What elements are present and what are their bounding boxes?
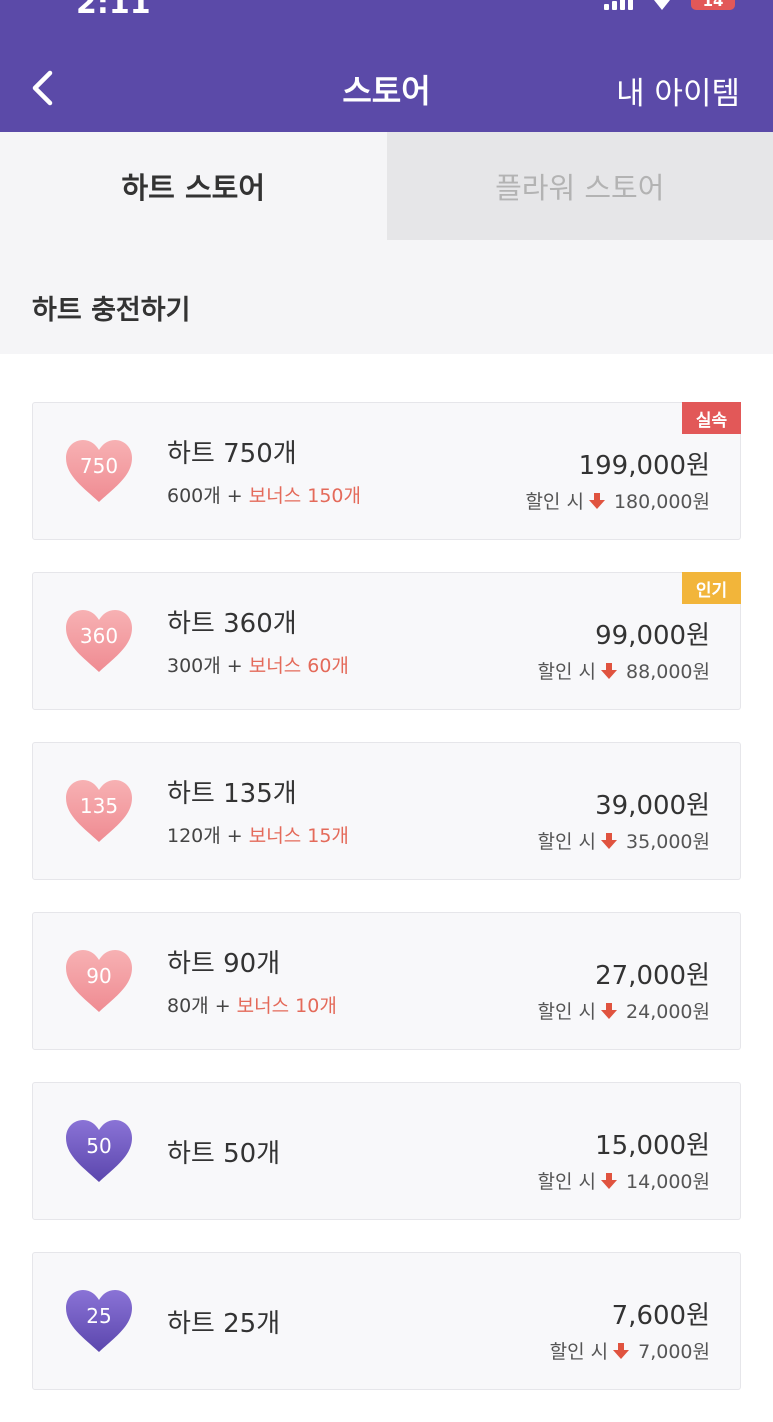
- discount-label: 할인 시: [525, 487, 583, 514]
- base-amount: 300개 +: [167, 655, 243, 677]
- discount-row: 할인 시 7,000원: [550, 1337, 710, 1364]
- heart-icon: 360: [64, 608, 134, 674]
- section-title: 하트 충전하기: [32, 288, 190, 327]
- arrow-down-icon: [600, 1002, 618, 1020]
- discount-row: 할인 시 14,000원: [538, 1167, 710, 1194]
- wifi-icon: [649, 0, 675, 10]
- back-button[interactable]: [22, 62, 62, 114]
- product-detail: 600개 + 보너스 150개: [167, 481, 361, 508]
- my-items-button[interactable]: 내 아이템: [616, 68, 740, 113]
- status-time: 2:11: [76, 0, 151, 21]
- bonus-amount: 보너스 150개: [249, 485, 361, 507]
- product-card[interactable]: 135 하트 135개 120개 + 보너스 15개 39,000원할인 시 35,00…: [32, 742, 741, 880]
- heart-icon: 50: [64, 1118, 134, 1184]
- product-badge: 실속: [682, 402, 741, 434]
- discount-label: 할인 시: [550, 1337, 608, 1364]
- product-card[interactable]: 360 하트 360개 300개 + 보너스 60개 99,000원할인 시 88,00…: [32, 572, 741, 710]
- heart-count-label: 25: [64, 1304, 134, 1328]
- product-detail: 300개 + 보너스 60개: [167, 651, 349, 678]
- section-header: 하트 충전하기: [0, 240, 773, 354]
- battery-icon: 14: [691, 0, 735, 10]
- arrow-down-icon: [600, 832, 618, 850]
- base-amount: 120개 +: [167, 825, 243, 847]
- discount-price: 7,000원: [638, 1337, 710, 1364]
- discount-label: 할인 시: [538, 827, 596, 854]
- product-name: 하트 90개: [167, 943, 280, 980]
- discount-price: 35,000원: [626, 827, 710, 854]
- heart-count-label: 750: [64, 454, 134, 478]
- product-card[interactable]: 90 하트 90개 80개 + 보너스 10개 27,000원할인 시 24,000원: [32, 912, 741, 1050]
- discount-price: 88,000원: [626, 657, 710, 684]
- discount-label: 할인 시: [538, 997, 596, 1024]
- product-name: 하트 50개: [167, 1133, 280, 1170]
- product-name: 하트 25개: [167, 1303, 280, 1340]
- product-price: 27,000원: [595, 955, 710, 992]
- heart-icon: 25: [64, 1288, 134, 1354]
- product-name: 하트 135개: [167, 773, 297, 810]
- product-card[interactable]: 50 하트 50개 15,000원할인 시 14,000원: [32, 1082, 741, 1220]
- bonus-amount: 보너스 60개: [249, 655, 349, 677]
- discount-row: 할인 시 35,000원: [538, 827, 710, 854]
- product-price: 15,000원: [595, 1125, 710, 1162]
- heart-count-label: 360: [64, 624, 134, 648]
- chevron-left-icon: [30, 70, 54, 106]
- heart-icon: 750: [64, 438, 134, 504]
- store-tabs: 하트 스토어 플라워 스토어: [0, 132, 773, 240]
- product-name: 하트 360개: [167, 603, 297, 640]
- status-icons: 14: [604, 0, 735, 12]
- product-card[interactable]: 25 하트 25개 7,600원할인 시 7,000원: [32, 1252, 741, 1390]
- arrow-down-icon: [588, 492, 606, 510]
- arrow-down-icon: [600, 662, 618, 680]
- heart-count-label: 90: [64, 964, 134, 988]
- discount-label: 할인 시: [538, 657, 596, 684]
- product-price: 99,000원: [595, 615, 710, 652]
- discount-price: 24,000원: [626, 997, 710, 1024]
- arrow-down-icon: [600, 1172, 618, 1190]
- heart-count-label: 50: [64, 1134, 134, 1158]
- product-price: 7,600원: [612, 1295, 710, 1332]
- signal-icon: [604, 0, 633, 10]
- bonus-amount: 보너스 15개: [249, 825, 349, 847]
- product-card[interactable]: 750 하트 750개 600개 + 보너스 150개 199,000원할인 시 180…: [32, 402, 741, 540]
- heart-count-label: 135: [64, 794, 134, 818]
- discount-price: 14,000원: [626, 1167, 710, 1194]
- product-detail: 120개 + 보너스 15개: [167, 821, 349, 848]
- base-amount: 80개 +: [167, 995, 231, 1017]
- product-name: 하트 750개: [167, 433, 297, 470]
- product-detail: 80개 + 보너스 10개: [167, 991, 337, 1018]
- base-amount: 600개 +: [167, 485, 243, 507]
- bonus-amount: 보너스 10개: [237, 995, 337, 1017]
- heart-icon: 135: [64, 778, 134, 844]
- app-header: 2:11 14 스토어 내 아이템: [0, 0, 773, 132]
- product-price: 39,000원: [595, 785, 710, 822]
- discount-row: 할인 시 24,000원: [538, 997, 710, 1024]
- heart-icon: 90: [64, 948, 134, 1014]
- arrow-down-icon: [612, 1342, 630, 1360]
- discount-price: 180,000원: [614, 487, 710, 514]
- product-list: 750 하트 750개 600개 + 보너스 150개 199,000원할인 시 180…: [32, 402, 741, 1422]
- tab-heart-store[interactable]: 하트 스토어: [0, 132, 387, 240]
- product-badge: 인기: [682, 572, 741, 604]
- discount-label: 할인 시: [538, 1167, 596, 1194]
- tab-flower-store[interactable]: 플라워 스토어: [387, 132, 773, 240]
- discount-row: 할인 시 180,000원: [525, 487, 710, 514]
- product-price: 199,000원: [579, 445, 710, 482]
- discount-row: 할인 시 88,000원: [538, 657, 710, 684]
